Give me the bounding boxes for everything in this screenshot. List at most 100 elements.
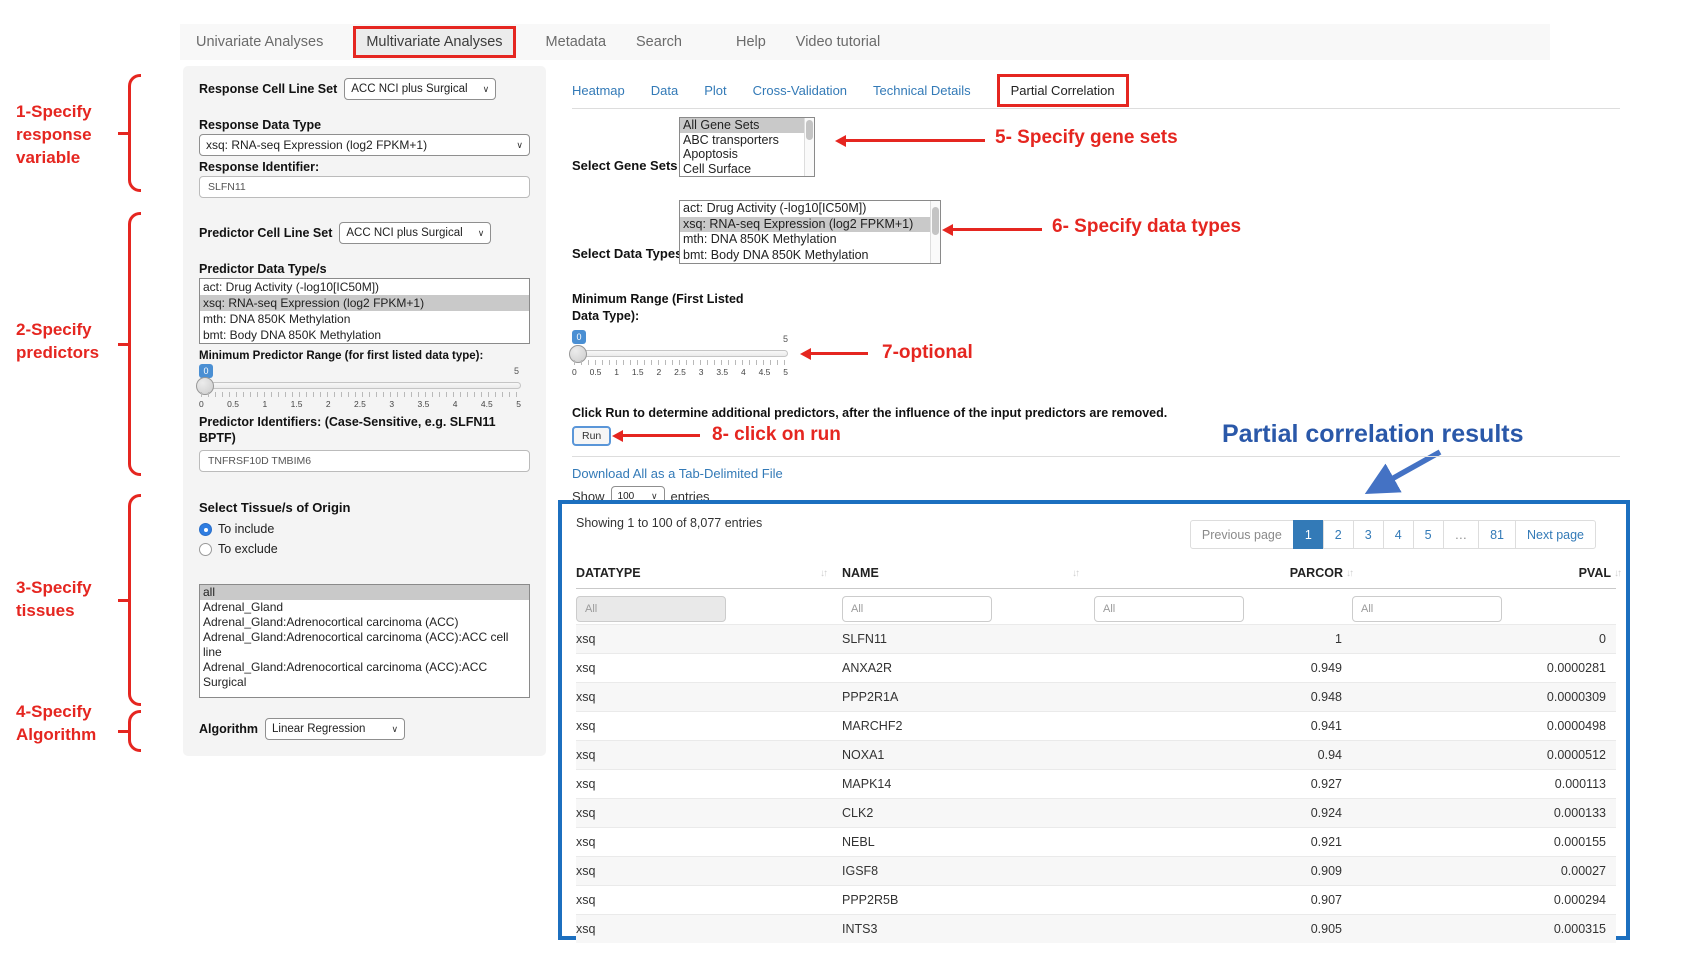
response-data-type-select[interactable]: xsq: RNA-seq Expression (log2 FPKM+1) ∨	[199, 134, 530, 156]
sort-icon[interactable]: ↓↑	[820, 568, 826, 579]
table-row: xsq ANXA2R 0.949 0.0000281	[576, 653, 1616, 682]
list-item[interactable]: Adrenal_Gland:Adrenocortical carcinoma (…	[200, 630, 529, 660]
algorithm-select[interactable]: Linear Regression ∨	[265, 718, 405, 740]
pagination-button[interactable]: 4	[1383, 520, 1414, 549]
slider-tick-label: 0.5	[590, 367, 602, 377]
tab[interactable]: Cross-Validation	[753, 83, 847, 98]
slider-max-label: 5	[783, 334, 788, 344]
download-all-link[interactable]: Download All as a Tab-Delimited File	[572, 466, 783, 481]
column-header-parcor[interactable]: PARCOR ↓↑	[1094, 566, 1352, 580]
annotation-step4: 4-SpecifyAlgorithm	[16, 700, 96, 746]
nav-metadata[interactable]: Metadata	[546, 34, 606, 50]
chevron-down-icon: ∨	[483, 84, 490, 95]
slider-tick-label: 1	[614, 367, 619, 377]
cell-parcor: 0.948	[1094, 690, 1352, 704]
predictor-cell-line-set-select[interactable]: ACC NCI plus Surgical ∨	[339, 222, 491, 244]
table-row: xsq IGSF8 0.909 0.00027	[576, 856, 1616, 885]
tissue-section-label: Select Tissue/s of Origin	[199, 500, 350, 515]
chevron-down-icon: ∨	[516, 140, 523, 151]
min-predictor-range-slider[interactable]: 0 5 00.511.522.533.544.55	[199, 364, 521, 412]
list-item[interactable]: mth: DNA 850K Methylation	[680, 232, 940, 248]
list-item[interactable]: Adrenal_Gland:Adrenocortical carcinoma (…	[200, 660, 529, 690]
table-row: xsq PPP2R1A 0.948 0.0000309	[576, 682, 1616, 711]
slider-tick-label: 1.5	[291, 399, 303, 409]
nav-search[interactable]: Search	[636, 34, 682, 50]
slider-track[interactable]	[572, 350, 788, 357]
response-identifier-input[interactable]	[199, 176, 530, 198]
tab[interactable]: Plot	[704, 83, 726, 98]
slider-tick-label: 2	[326, 399, 331, 409]
tab[interactable]: Heatmap	[572, 83, 625, 98]
table-row: xsq SLFN11 1 0	[576, 624, 1616, 653]
pagination: Previous page12345…81Next page	[1191, 520, 1596, 549]
filter-pval-input[interactable]	[1352, 596, 1502, 622]
partial-correlation-results-box: Showing 1 to 100 of 8,077 entries Previo…	[558, 500, 1630, 940]
tissue-include-label: To include	[218, 522, 274, 536]
slider-max-label: 5	[514, 366, 519, 376]
nav-help[interactable]: Help	[736, 34, 766, 50]
pagination-button[interactable]: Previous page	[1190, 520, 1294, 549]
cell-pval: 0.0000281	[1352, 661, 1620, 675]
data-types-list: act: Drug Activity (-log10[IC50M])xsq: R…	[679, 200, 941, 264]
nav-univariate-analyses[interactable]: Univariate Analyses	[196, 34, 323, 50]
tissue-include-radio[interactable]	[199, 523, 212, 536]
list-item[interactable]: bmt: Body DNA 850K Methylation	[680, 248, 940, 264]
pagination-button[interactable]: 81	[1478, 520, 1516, 549]
pagination-button[interactable]: 3	[1353, 520, 1384, 549]
tissue-exclude-radio[interactable]	[199, 543, 212, 556]
list-item[interactable]: bmt: Body DNA 850K Methylation	[200, 327, 529, 343]
table-row: xsq NEBL 0.921 0.000155	[576, 827, 1616, 856]
nav-multivariate-analyses[interactable]: Multivariate Analyses	[353, 26, 515, 58]
slider-track[interactable]	[199, 382, 521, 389]
min-range-label-line2: Data Type):	[572, 309, 639, 323]
list-item[interactable]: Adrenal_Gland	[200, 600, 529, 615]
list-item[interactable]: Adrenal_Gland:Adrenocortical carcinoma (…	[200, 615, 529, 630]
gene-sets-scrollbar[interactable]	[804, 118, 814, 176]
list-item[interactable]: All Gene Sets	[680, 118, 814, 133]
pagination-button[interactable]: …	[1443, 520, 1480, 549]
column-header-pval[interactable]: PVAL ↓↑	[1352, 566, 1620, 580]
list-item[interactable]: Cell Surface	[680, 162, 814, 177]
slider-tick-label: 3.5	[716, 367, 728, 377]
filter-datatype-input[interactable]	[576, 596, 726, 622]
slider-tick-label: 2	[657, 367, 662, 377]
list-item[interactable]: Apoptosis	[680, 147, 814, 162]
cell-pval: 0.000155	[1352, 835, 1620, 849]
list-item[interactable]: act: Drug Activity (-log10[IC50M])	[200, 279, 529, 295]
list-item[interactable]: xsq: RNA-seq Expression (log2 FPKM+1)	[680, 217, 940, 233]
slider-tick-label: 3	[389, 399, 394, 409]
list-item[interactable]: act: Drug Activity (-log10[IC50M])	[680, 201, 940, 217]
sort-icon[interactable]: ↓↑	[1614, 568, 1620, 579]
pagination-button[interactable]: 2	[1323, 520, 1354, 549]
response-cell-line-set-select[interactable]: ACC NCI plus Surgical ∨	[344, 78, 496, 100]
column-header-name[interactable]: NAME ↓↑	[842, 566, 1094, 580]
tab[interactable]: Partial Correlation	[997, 74, 1129, 107]
sort-icon[interactable]: ↓↑	[1072, 568, 1078, 579]
pagination-button[interactable]: 1	[1293, 520, 1324, 549]
run-button[interactable]: Run	[572, 426, 611, 446]
cell-pval: 0.0000498	[1352, 719, 1620, 733]
predictor-identifiers-input[interactable]	[199, 450, 530, 472]
slider-tick-label: 3.5	[417, 399, 429, 409]
slider-value-badge: 0	[572, 330, 586, 344]
list-item[interactable]: mth: DNA 850K Methylation	[200, 311, 529, 327]
slider-tick-label: 2.5	[354, 399, 366, 409]
cell-name: NOXA1	[842, 748, 1094, 762]
list-item[interactable]: ABC transporters	[680, 133, 814, 148]
cell-parcor: 0.94	[1094, 748, 1352, 762]
data-types-scrollbar[interactable]	[930, 201, 940, 263]
nav-video-tutorial[interactable]: Video tutorial	[796, 34, 880, 50]
cell-datatype: xsq	[576, 690, 842, 704]
cell-pval: 0.000294	[1352, 893, 1620, 907]
pagination-button[interactable]: 5	[1413, 520, 1444, 549]
tab[interactable]: Technical Details	[873, 83, 971, 98]
list-item[interactable]: all	[200, 585, 529, 600]
column-header-datatype[interactable]: DATATYPE ↓↑	[576, 566, 842, 580]
list-item[interactable]: xsq: RNA-seq Expression (log2 FPKM+1)	[200, 295, 529, 311]
min-range-slider[interactable]: 0 5 00.511.522.533.544.55	[572, 330, 788, 380]
pagination-button[interactable]: Next page	[1515, 520, 1596, 549]
filter-parcor-input[interactable]	[1094, 596, 1244, 622]
cell-datatype: xsq	[576, 632, 842, 646]
filter-name-input[interactable]	[842, 596, 992, 622]
tab[interactable]: Data	[651, 83, 678, 98]
